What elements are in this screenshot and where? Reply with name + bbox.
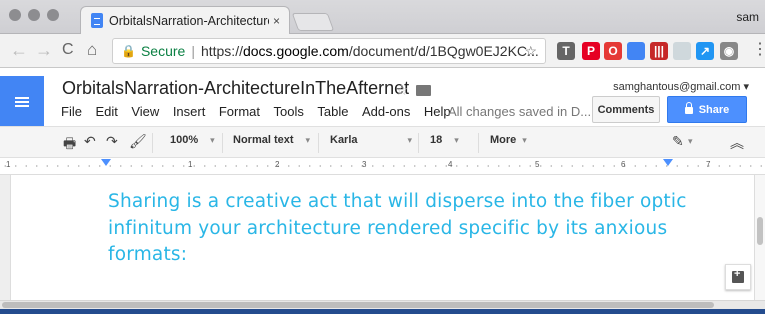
docs-favicon-icon [91,13,103,28]
paint-format-icon[interactable]: 🖌 [129,133,147,150]
lock-icon: 🔒 [121,44,136,58]
more-button[interactable]: More ▾ [490,134,527,146]
redo-icon[interactable]: ↷ [106,133,118,150]
editing-mode-pencil-icon[interactable]: ✎ [672,133,684,150]
browser-menu-icon[interactable]: ⋮ [752,41,765,59]
reload-icon[interactable]: C [62,41,74,59]
cloud-icon[interactable] [673,42,691,60]
font-size-select[interactable]: 18 ▾ [430,134,459,146]
comments-button[interactable]: Comments [592,96,660,123]
formatting-toolbar: 🖶 ↶ ↷ 🖌 100% ▾ Normal text ▾ Karla ▾ 18 ▾ Mo… [0,126,765,158]
lock-icon [684,102,693,114]
menu-bar: File Edit View Insert Format Tools Table Add-on… [61,104,464,119]
url-separator: | [191,43,195,59]
ruler-number: 4 [448,160,453,169]
bottom-edge [0,309,765,314]
docs-home-icon[interactable] [0,76,44,128]
arrow-icon[interactable]: ↗ [696,42,714,60]
bars-icon[interactable]: ||| [650,42,668,60]
zoom-select[interactable]: 100% ▾ [170,134,215,146]
opera-icon[interactable]: O [604,42,622,60]
docs-icon[interactable] [627,42,645,60]
browser-tab-bar: OrbitalsNarration-Architecture × sam [0,0,765,34]
share-button[interactable]: Share [667,96,747,123]
document-title[interactable]: OrbitalsNarration-ArchitectureInTheAfter… [62,78,409,99]
ruler-number: 1 [6,160,11,169]
add-comment-icon[interactable] [725,264,751,290]
secure-label: Secure [140,43,186,59]
collapse-icon[interactable]: ︽ [730,133,744,153]
ruler-number: 6 [621,160,626,169]
editing-mode-dropdown-icon[interactable]: ▾ [688,135,693,147]
ruler-number: 7 [706,160,711,169]
right-indent-marker[interactable] [663,159,673,166]
ruler[interactable]: 1 1 2 3 4 5 6 7 [0,158,765,175]
pinterest-icon[interactable]: P [582,42,600,60]
document-body-text[interactable]: Sharing is a creative act that will disp… [108,189,698,269]
star-icon[interactable]: ☆ [395,82,408,99]
menu-table[interactable]: Table [317,104,348,119]
menu-help[interactable]: Help [424,104,451,119]
maximize-window-button[interactable] [47,9,59,21]
menu-tools[interactable]: Tools [274,104,304,119]
url-text: https://docs.google.com/document/d/1BQgw… [200,43,539,59]
menu-add-ons[interactable]: Add-ons [362,104,410,119]
menu-edit[interactable]: Edit [95,104,117,119]
new-tab-button[interactable] [291,13,335,31]
menu-insert[interactable]: Insert [173,104,206,119]
bookmark-star-icon[interactable]: ☆ [524,43,537,60]
ruler-number: 1 [188,160,193,169]
font-select[interactable]: Karla ▾ [330,134,412,146]
undo-icon[interactable]: ↶ [84,133,96,150]
document-canvas: Sharing is a creative act that will disp… [0,175,765,300]
close-window-button[interactable] [9,9,21,21]
save-status[interactable]: All changes saved in D... [448,104,591,119]
home-icon[interactable]: ⌂ [87,41,97,59]
menu-file[interactable]: File [61,104,82,119]
browser-tab[interactable]: OrbitalsNarration-Architecture × [80,6,290,34]
tab-close-icon[interactable]: × [273,14,280,28]
minimize-window-button[interactable] [28,9,40,21]
document-page[interactable]: Sharing is a creative act that will disp… [10,175,755,300]
address-toolbar: ← → C ⌂ 🔒 Secure | https://docs.google.c… [0,34,765,68]
style-select[interactable]: Normal text ▾ [233,134,310,146]
menu-view[interactable]: View [131,104,159,119]
camera-icon[interactable]: ◉ [720,42,738,60]
print-icon[interactable]: 🖶 [63,133,76,157]
left-indent-marker[interactable] [101,159,111,166]
horizontal-scrollbar[interactable] [0,300,765,309]
tab-title: OrbitalsNarration-Architecture [109,13,269,28]
ruler-number: 2 [275,160,280,169]
menu-format[interactable]: Format [219,104,260,119]
folder-icon[interactable] [416,85,432,96]
docs-header: OrbitalsNarration-ArchitectureInTheAfter… [0,68,765,128]
t-icon[interactable]: T [557,42,575,60]
url-bar[interactable]: 🔒 Secure | https://docs.google.com/docum… [112,38,546,64]
account-switcher[interactable]: samghantous@gmail.com ▾ [613,80,749,93]
back-icon[interactable]: ← [10,41,28,59]
vertical-scrollbar[interactable] [755,175,765,300]
profile-name[interactable]: sam [736,10,759,24]
ruler-number: 5 [535,160,540,169]
ruler-number: 3 [362,160,367,169]
forward-icon[interactable]: → [35,41,53,59]
